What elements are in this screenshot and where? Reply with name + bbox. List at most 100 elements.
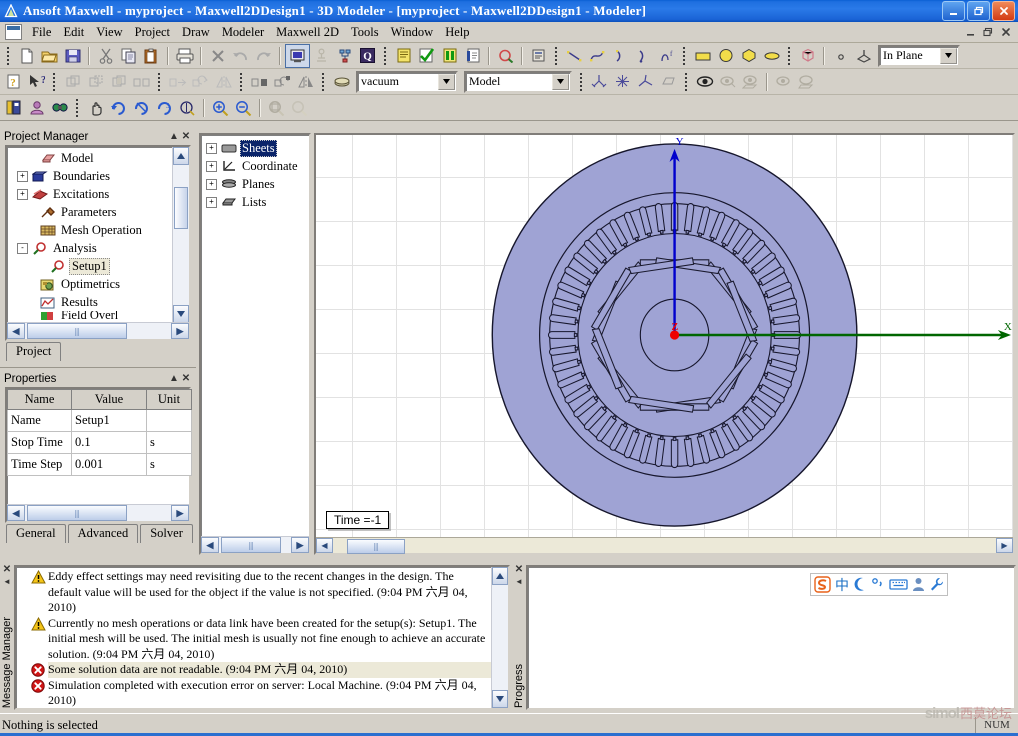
close-icon[interactable]: ✕ <box>180 131 192 142</box>
expander-icon[interactable]: + <box>206 178 217 190</box>
draw-rectangle-icon[interactable] <box>691 45 714 67</box>
menu-item-project[interactable]: Project <box>129 23 176 42</box>
properties-hscrollbar[interactable]: ◀ ||| ▶ <box>7 504 189 521</box>
draw-circle-icon[interactable] <box>714 45 737 67</box>
ime-toolbar[interactable]: 中 <box>810 573 948 596</box>
subtract-icon[interactable] <box>84 71 107 93</box>
tree-item-sheets[interactable]: + Sheets <box>201 139 309 157</box>
view-mode-combo[interactable]: Model <box>464 70 572 93</box>
scroll-left-button[interactable]: ◀ <box>316 538 333 553</box>
menu-item-help[interactable]: Help <box>439 23 475 42</box>
spin-icon[interactable]: 3 <box>153 97 176 119</box>
tree-item-analysis[interactable]: - Analysis <box>7 239 173 257</box>
scroll-right-button[interactable]: ▶ <box>171 323 189 339</box>
tab-advanced[interactable]: Advanced <box>67 524 139 543</box>
tree-item-mesh-operations[interactable]: Mesh Operation <box>7 221 173 239</box>
tools-icon[interactable] <box>929 576 944 593</box>
tab-solver[interactable]: Solver <box>140 524 193 543</box>
mirror-icon[interactable] <box>212 71 235 93</box>
save-icon[interactable] <box>61 45 84 67</box>
design-settings-icon[interactable] <box>392 45 415 67</box>
split-icon[interactable] <box>130 71 153 93</box>
toolbar-grip[interactable] <box>5 46 12 66</box>
pin-icon[interactable]: ◄ <box>515 577 523 586</box>
whats-this-icon[interactable]: ? <box>25 71 48 93</box>
expander-icon[interactable]: + <box>206 142 217 154</box>
draw-arc-3point-icon[interactable] <box>632 45 655 67</box>
analyze-all-icon[interactable] <box>310 45 333 67</box>
rotate-view-icon[interactable] <box>107 97 130 119</box>
copy-icon[interactable] <box>117 45 140 67</box>
print-icon[interactable] <box>173 45 196 67</box>
chevron-down-icon[interactable] <box>940 47 957 64</box>
material-combo[interactable]: vacuum <box>356 70 458 93</box>
properties-window-icon[interactable] <box>527 45 550 67</box>
tree-item-field-overlays[interactable]: Field Overl <box>7 311 173 320</box>
hscroll-track[interactable]: ||| <box>25 505 171 521</box>
project-tree-hscrollbar[interactable]: ◀ ||| ▶ <box>7 322 189 339</box>
draw-equation-curve-icon[interactable]: f <box>655 45 678 67</box>
cell-value[interactable]: 0.001 <box>71 453 147 476</box>
minimize-button[interactable] <box>942 1 965 21</box>
field-overlays-icon[interactable] <box>494 45 517 67</box>
expander-icon[interactable]: + <box>206 160 217 172</box>
chinese-mode-icon[interactable]: 中 <box>835 576 849 594</box>
measure-distance-icon[interactable] <box>611 71 634 93</box>
scroll-up-button[interactable] <box>173 147 189 165</box>
rotate-icon[interactable] <box>189 71 212 93</box>
tree-item-setup1[interactable]: Setup1 <box>7 257 173 275</box>
scroll-left-button[interactable]: ◀ <box>201 537 219 553</box>
toolbar-grip[interactable] <box>74 98 81 118</box>
fit-selection-icon[interactable] <box>288 97 311 119</box>
expander-icon[interactable]: + <box>206 196 217 208</box>
expander-icon[interactable]: + <box>17 170 28 182</box>
undo-icon[interactable] <box>229 45 252 67</box>
help-context-icon[interactable]: ? <box>2 71 25 93</box>
toolbar-grip[interactable] <box>681 46 688 66</box>
cell-value[interactable]: Setup1 <box>71 409 147 432</box>
menu-item-maxwell2d[interactable]: Maxwell 2D <box>270 23 345 42</box>
measure-position-icon[interactable] <box>588 71 611 93</box>
solve-icon[interactable]: Q <box>356 45 379 67</box>
list-item[interactable]: Some solution data are not readable. (9:… <box>17 662 492 678</box>
hscroll-track[interactable]: ||| <box>333 539 996 554</box>
show-objects-icon[interactable] <box>772 71 795 93</box>
draw-line-icon[interactable] <box>563 45 586 67</box>
scroll-right-button[interactable]: ▶ <box>996 538 1013 553</box>
toolbar-grip[interactable] <box>238 72 245 92</box>
analyze-setup-icon[interactable] <box>333 45 356 67</box>
draw-spline-icon[interactable] <box>586 45 609 67</box>
paste-icon[interactable] <box>140 45 163 67</box>
duplicate-along-line-icon[interactable] <box>248 71 271 93</box>
fit-all-icon[interactable] <box>265 97 288 119</box>
materials-icon[interactable] <box>25 97 48 119</box>
toolbar-grip[interactable] <box>578 72 585 92</box>
restore-button[interactable] <box>967 1 990 21</box>
draw-arc-center-icon[interactable] <box>609 45 632 67</box>
draw-box-icon[interactable] <box>796 45 819 67</box>
menu-item-edit[interactable]: Edit <box>57 23 90 42</box>
intersect-icon[interactable] <box>107 71 130 93</box>
hscroll-track[interactable]: ||| <box>25 323 171 339</box>
project-tree-vscrollbar[interactable] <box>172 147 189 323</box>
measure-angle-icon[interactable] <box>634 71 657 93</box>
chevron-down-icon[interactable] <box>552 73 569 90</box>
close-icon[interactable]: ✕ <box>515 565 523 575</box>
menu-item-draw[interactable]: Draw <box>176 23 216 42</box>
collapse-icon[interactable]: ▲ <box>168 373 180 384</box>
sogou-logo-icon[interactable] <box>814 576 831 593</box>
draw-plane-icon[interactable] <box>852 45 875 67</box>
draw-regular-polygon-icon[interactable] <box>737 45 760 67</box>
drawing-plane-combo[interactable]: In Plane <box>878 44 960 67</box>
toolbar-grip[interactable] <box>553 46 560 66</box>
halfwidth-icon[interactable] <box>853 576 867 593</box>
dynamic-rotate-icon[interactable] <box>130 97 153 119</box>
tab-project[interactable]: Project <box>6 342 62 361</box>
hscroll-track[interactable]: ||| <box>219 537 291 553</box>
mdi-minimize-button[interactable] <box>962 25 978 39</box>
duplicate-around-axis-icon[interactable] <box>271 71 294 93</box>
tree-item-model[interactable]: Model <box>7 149 173 167</box>
measure-area-icon[interactable] <box>657 71 680 93</box>
table-row[interactable]: Time Step 0.001 s <box>7 453 192 476</box>
delete-icon[interactable] <box>206 45 229 67</box>
